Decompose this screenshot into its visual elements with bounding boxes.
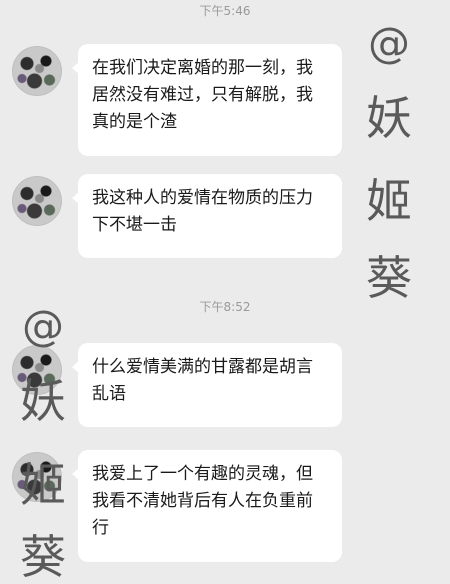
- watermark-char: 妖: [20, 374, 66, 428]
- message-bubble[interactable]: 我这种人的爱情在物质的压力下不堪一击: [72, 174, 342, 258]
- watermark-at: @: [368, 18, 410, 67]
- chat-area[interactable]: 下午5:46 在我们决定离婚的那一刻，我居然没有难过，只有解脱，我真的是个渣 我…: [0, 0, 450, 580]
- timestamp: 下午5:46: [199, 4, 251, 18]
- watermark-char: 姬: [20, 458, 66, 512]
- message-bubble[interactable]: 我爱上了一个有趣的灵魂，但我看不清她背后有人在负重前行: [72, 450, 342, 562]
- watermark-at: @: [22, 301, 64, 350]
- message-bubble[interactable]: 在我们决定离婚的那一刻，我居然没有难过，只有解脱，我真的是个渣: [72, 44, 342, 156]
- watermark-char: 葵: [366, 251, 412, 305]
- watermark-char: 葵: [20, 530, 66, 584]
- avatar[interactable]: [12, 46, 62, 96]
- message-bubble[interactable]: 什么爱情美满的甘露都是胡言乱语: [72, 343, 342, 427]
- watermark-char: 姬: [366, 174, 412, 228]
- watermark-char: 妖: [366, 91, 412, 145]
- avatar[interactable]: [12, 176, 62, 226]
